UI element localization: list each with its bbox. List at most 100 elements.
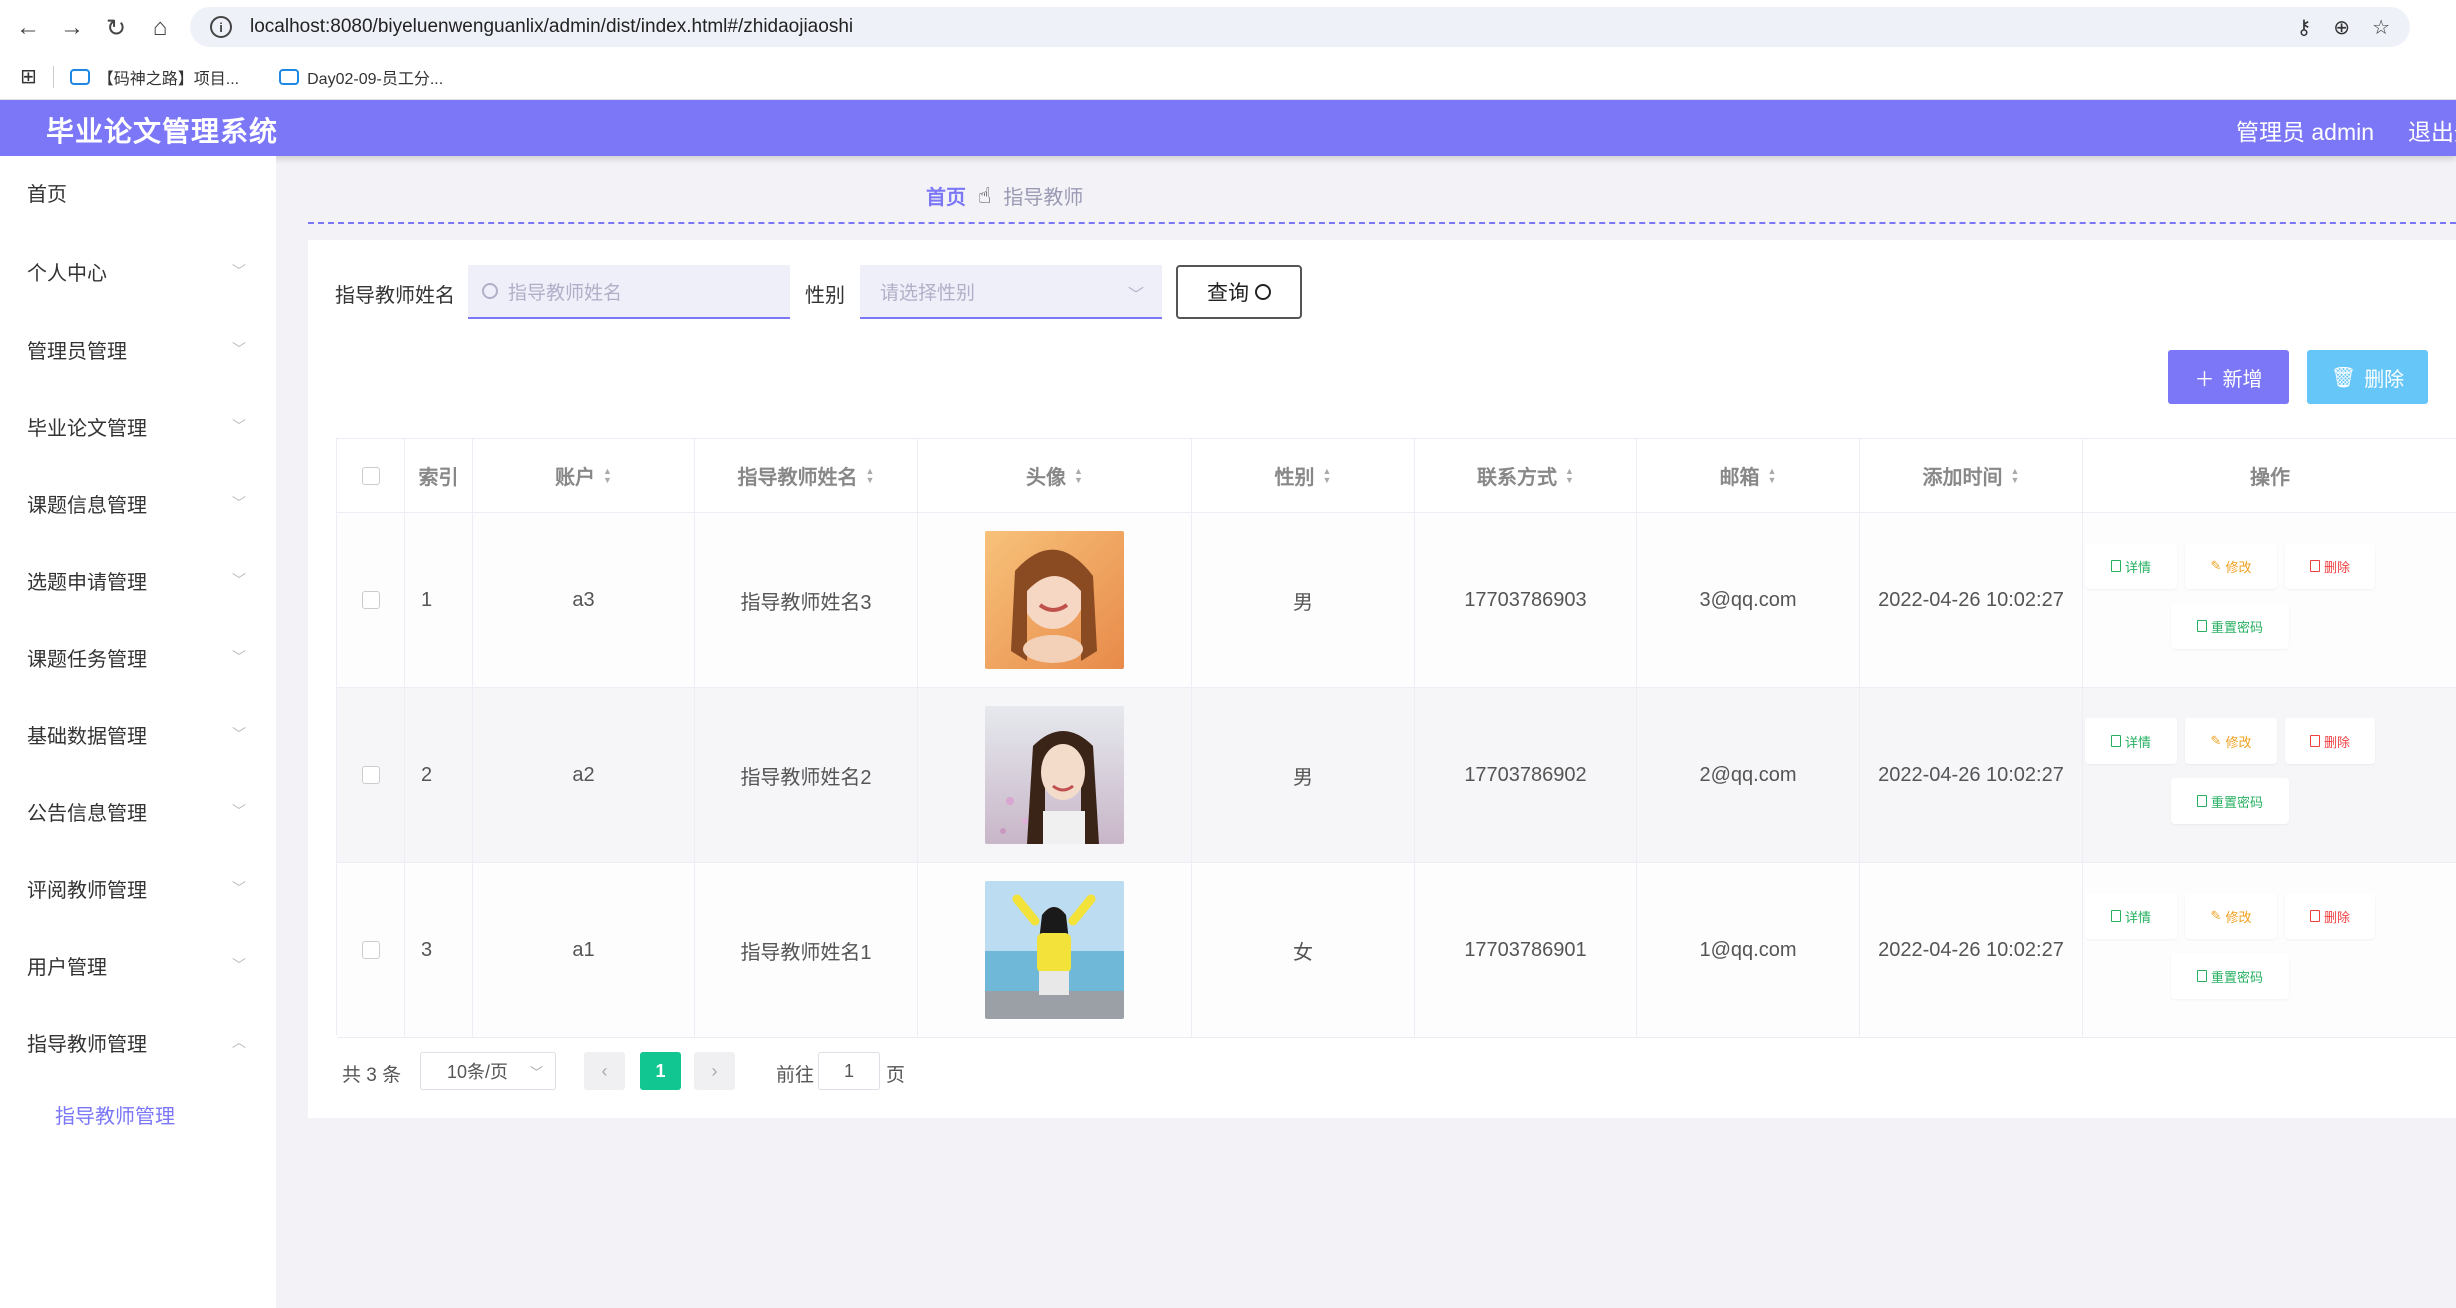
delete-label: 删除 [2323,734,2350,750]
edit-button[interactable]: ✎ 修改 [2185,718,2277,764]
forward-icon[interactable]: → [56,12,88,44]
sidebar-item-reviewer[interactable]: 评阅教师管理 ﹀ [0,858,276,918]
reset-password-button[interactable]: 重置密码 [2171,603,2289,649]
search-icon [1255,284,1271,300]
edit-button[interactable]: ✎ 修改 [2185,893,2277,939]
sidebar-item-label: 基础数据管理 [27,725,147,748]
page-number-button[interactable]: 1 [640,1052,681,1090]
gender-label: 性别 [805,285,845,307]
address-bar[interactable]: i localhost:8080/biyeluenwenguanlix/admi… [190,7,2410,47]
table-row: 1 a3 指导教师姓名3 男 17703786903 3@qq.com 2022… [337,513,2456,688]
breadcrumb-divider [308,222,2456,224]
cell-avatar [918,688,1192,862]
avatar[interactable] [985,531,1124,669]
header-avatar[interactable]: 头像 ▲ ▼ [918,439,1192,512]
detail-label: 详情 [2124,909,2151,925]
reset-password-button[interactable]: 重置密码 [2171,778,2289,824]
header-label: 账户 [555,467,596,489]
avatar[interactable] [985,881,1124,1019]
header-account[interactable]: 账户 ▲ ▼ [473,439,695,512]
table-row: 3 a1 指导教师姓名1 女 17703786901 1@qq.com 2022… [337,863,2456,1038]
goto-page-input[interactable]: 1 [818,1052,880,1090]
detail-button[interactable]: 详情 [2085,893,2177,939]
header-gender[interactable]: 性别 ▲ ▼ [1192,439,1415,512]
reset-label: 重置密码 [2210,794,2263,810]
sidebar-item-personal[interactable]: 个人中心 ﹀ [0,241,276,301]
goto-label: 前往 [776,1065,815,1086]
sidebar-item-label: 指导教师管理 [27,1033,147,1056]
row-checkbox[interactable] [361,591,380,609]
delete-button[interactable]: 删除 [2285,893,2375,939]
header-phone[interactable]: 联系方式 ▲ ▼ [1415,439,1637,512]
sidebar-item-label: 评阅教师管理 [27,879,147,902]
query-button[interactable]: 查询 [1176,265,1302,319]
next-page-button[interactable]: › [694,1052,735,1090]
bookmark-star-icon[interactable]: ☆ [2372,15,2390,40]
apps-grid-icon[interactable]: ⊞ [20,64,37,89]
add-button[interactable]: ＋ 新增 [2168,350,2289,404]
delete-label: 删除 [2323,909,2350,925]
sort-icon[interactable]: ▲ ▼ [603,466,612,485]
breadcrumb-home[interactable]: 首页 [926,181,966,210]
sidebar-item-advisor[interactable]: 指导教师管理 ︿ [0,1012,276,1072]
search-icon [482,283,498,299]
app-header: 毕业论文管理系统 管理员 admin 退出登录 [0,100,2456,156]
pencil-icon: ✎ [2210,733,2222,748]
zoom-icon[interactable]: ⊕ [2333,15,2350,40]
row-checkbox[interactable] [361,941,380,959]
sort-icon[interactable]: ▲ ▼ [1565,466,1574,485]
back-icon[interactable]: ← [12,12,44,44]
sidebar-item-thesis[interactable]: 毕业论文管理 ﹀ [0,396,276,456]
sidebar-item-users[interactable]: 用户管理 ﹀ [0,935,276,995]
password-key-icon[interactable]: ⚷ [2297,15,2312,40]
sort-icon[interactable]: ▲ ▼ [2011,466,2020,485]
gender-select[interactable]: 请选择性别 ﹀ [860,265,1162,319]
reset-password-button[interactable]: 重置密码 [2171,953,2289,999]
chevron-down-icon: ﹀ [232,341,246,357]
header-label: 操作 [2250,467,2290,489]
cell-email: 2@qq.com [1637,688,1860,862]
row-select-cell [337,688,405,862]
sort-icon[interactable]: ▲ ▼ [1074,466,1083,485]
edit-button[interactable]: ✎ 修改 [2185,543,2277,589]
sort-icon[interactable]: ▲ ▼ [1768,466,1777,485]
row-checkbox[interactable] [361,766,380,784]
trash-icon [2309,910,2320,922]
chevron-down-icon: ﹀ [529,1064,543,1080]
header-name[interactable]: 指导教师姓名 ▲ ▼ [695,439,918,512]
chevron-left-icon: ‹ [601,1060,608,1081]
sidebar-item-home[interactable]: 首页 [0,162,276,222]
delete-button[interactable]: 删除 [2285,718,2375,764]
site-info-icon[interactable]: i [210,16,232,38]
header-time[interactable]: 添加时间 ▲ ▼ [1860,439,2083,512]
sort-icon[interactable]: ▲ ▼ [1323,466,1332,485]
sidebar-item-notice[interactable]: 公告信息管理 ﹀ [0,781,276,841]
sidebar-item-basic-data[interactable]: 基础数据管理 ﹀ [0,704,276,764]
name-search-input[interactable]: 指导教师姓名 [468,265,790,319]
sidebar: 首页 个人中心 ﹀ 管理员管理 ﹀ 毕业论文管理 ﹀ 课题信息管理 ﹀ 选题申请… [0,156,276,1308]
detail-button[interactable]: 详情 [2085,718,2177,764]
sidebar-item-label: 课题任务管理 [27,648,147,671]
advisor-table: 索引 账户 ▲ ▼ 指导教师姓名 ▲ ▼ 头像 ▲ ▼ 性别 ▲ ▼ 联系方式 ▲ ▼ 邮箱 ▲ ▼ 添… [336,438,2456,1038]
sidebar-item-topic-info[interactable]: 课题信息管理 ﹀ [0,473,276,533]
sort-icon[interactable]: ▲ ▼ [866,466,875,485]
bookmark-item-2[interactable]: Day02-09-员工分... [279,65,443,89]
bilibili-icon [69,68,90,85]
prev-page-button[interactable]: ‹ [584,1052,625,1090]
detail-button[interactable]: 详情 [2085,543,2177,589]
select-all-checkbox[interactable] [361,466,380,485]
home-icon[interactable]: ⌂ [144,12,176,44]
header-email[interactable]: 邮箱 ▲ ▼ [1637,439,1860,512]
avatar[interactable] [985,706,1124,844]
sidebar-subitem-advisor[interactable]: 指导教师管理 [55,1100,175,1129]
bookmark-item-1[interactable]: 【码神之路】项目... [69,65,239,89]
batch-delete-button[interactable]: 🗑 删除 [2307,350,2428,404]
sidebar-item-topic-task[interactable]: 课题任务管理 ﹀ [0,627,276,687]
sidebar-item-admin[interactable]: 管理员管理 ﹀ [0,319,276,379]
logout-link[interactable]: 退出登录 [2408,113,2456,147]
page-size-select[interactable]: 10条/页 ﹀ [420,1052,556,1090]
reload-icon[interactable]: ↻ [100,12,132,44]
cell-account: a3 [473,513,695,687]
sidebar-item-topic-apply[interactable]: 选题申请管理 ﹀ [0,550,276,610]
delete-button[interactable]: 删除 [2285,543,2375,589]
